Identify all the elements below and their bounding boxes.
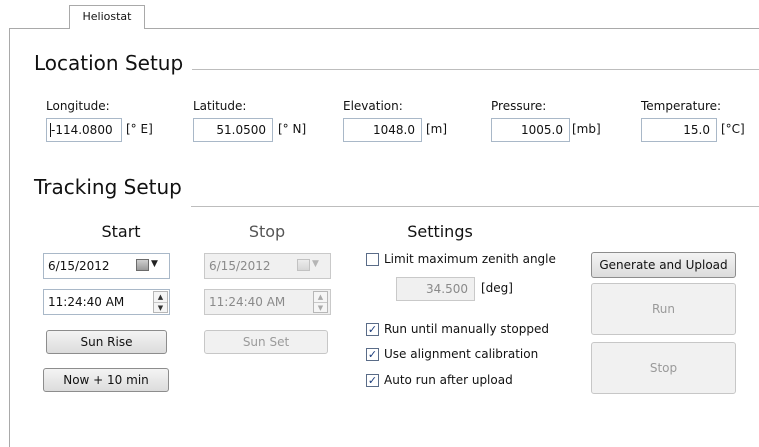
elevation-label: Elevation: [343, 99, 403, 113]
longitude-value: -114.0800 [51, 123, 113, 137]
spin-down-icon[interactable]: ▼ [314, 303, 327, 313]
panel-border-left [9, 28, 10, 447]
start-time-value: 11:24:40 AM [48, 295, 125, 309]
location-setup-title: Location Setup [34, 51, 184, 75]
tracking-setup-title: Tracking Setup [34, 175, 182, 199]
zenith-angle-input[interactable]: 34.500 [396, 277, 475, 301]
temperature-label: Temperature: [641, 99, 722, 113]
stop-button[interactable]: Stop [591, 342, 736, 394]
latitude-label: Latitude: [193, 99, 247, 113]
limit-zenith-label: Limit maximum zenith angle [384, 252, 556, 266]
spin-down-icon[interactable]: ▼ [154, 303, 167, 313]
stop-time-value: 11:24:40 AM [209, 295, 286, 309]
limit-zenith-checkbox[interactable] [366, 253, 379, 266]
location-setup-rule [192, 69, 759, 70]
sun-rise-button[interactable]: Sun Rise [46, 330, 167, 354]
text-caret [50, 123, 51, 137]
chevron-down-icon[interactable]: ▼ [312, 259, 319, 269]
calendar-icon[interactable] [297, 259, 310, 271]
spin-up-icon[interactable]: ▲ [314, 292, 327, 303]
chevron-down-icon[interactable]: ▼ [151, 259, 158, 269]
temperature-input[interactable]: 15.0 [641, 118, 717, 142]
pressure-unit: [mb] [572, 122, 601, 136]
elevation-input[interactable]: 1048.0 [343, 118, 422, 142]
auto-run-label: Auto run after upload [384, 373, 513, 387]
generate-upload-button[interactable]: Generate and Upload [591, 252, 736, 278]
settings-heading: Settings [407, 222, 473, 241]
run-button[interactable]: Run [591, 283, 736, 335]
run-until-stopped-checkbox[interactable]: ✓ [366, 323, 379, 336]
tracking-setup-rule [191, 206, 759, 207]
longitude-label: Longitude: [46, 99, 110, 113]
tab-join [70, 28, 144, 29]
tab-heliostat[interactable]: Heliostat [69, 5, 145, 29]
temperature-unit: [°C] [721, 122, 745, 136]
pressure-label: Pressure: [491, 99, 547, 113]
start-time-spinner[interactable]: ▲ ▼ [153, 291, 168, 313]
longitude-unit: [° E] [126, 122, 153, 136]
latitude-unit: [° N] [278, 122, 307, 136]
start-date-value: 6/15/2012 [48, 259, 110, 273]
use-alignment-checkbox[interactable]: ✓ [366, 348, 379, 361]
longitude-input[interactable]: -114.0800 [46, 118, 122, 142]
spin-up-icon[interactable]: ▲ [154, 292, 167, 303]
zenith-angle-unit: [deg] [481, 281, 513, 295]
now-plus-10-button[interactable]: Now + 10 min [43, 368, 169, 392]
stop-heading: Stop [248, 222, 286, 241]
stop-date-value: 6/15/2012 [209, 259, 271, 273]
sun-set-button[interactable]: Sun Set [204, 330, 328, 354]
pressure-input[interactable]: 1005.0 [491, 118, 570, 142]
run-until-stopped-label: Run until manually stopped [384, 322, 549, 336]
start-heading: Start [101, 222, 141, 241]
calendar-icon[interactable] [136, 259, 149, 271]
elevation-unit: [m] [426, 122, 448, 136]
latitude-input[interactable]: 51.0500 [193, 118, 273, 142]
auto-run-checkbox[interactable]: ✓ [366, 374, 379, 387]
use-alignment-label: Use alignment calibration [384, 347, 539, 361]
start-time-input[interactable]: 11:24:40 AM [43, 289, 170, 315]
stop-time-spinner[interactable]: ▲ ▼ [313, 291, 328, 313]
stop-time-input[interactable]: 11:24:40 AM [204, 289, 331, 315]
